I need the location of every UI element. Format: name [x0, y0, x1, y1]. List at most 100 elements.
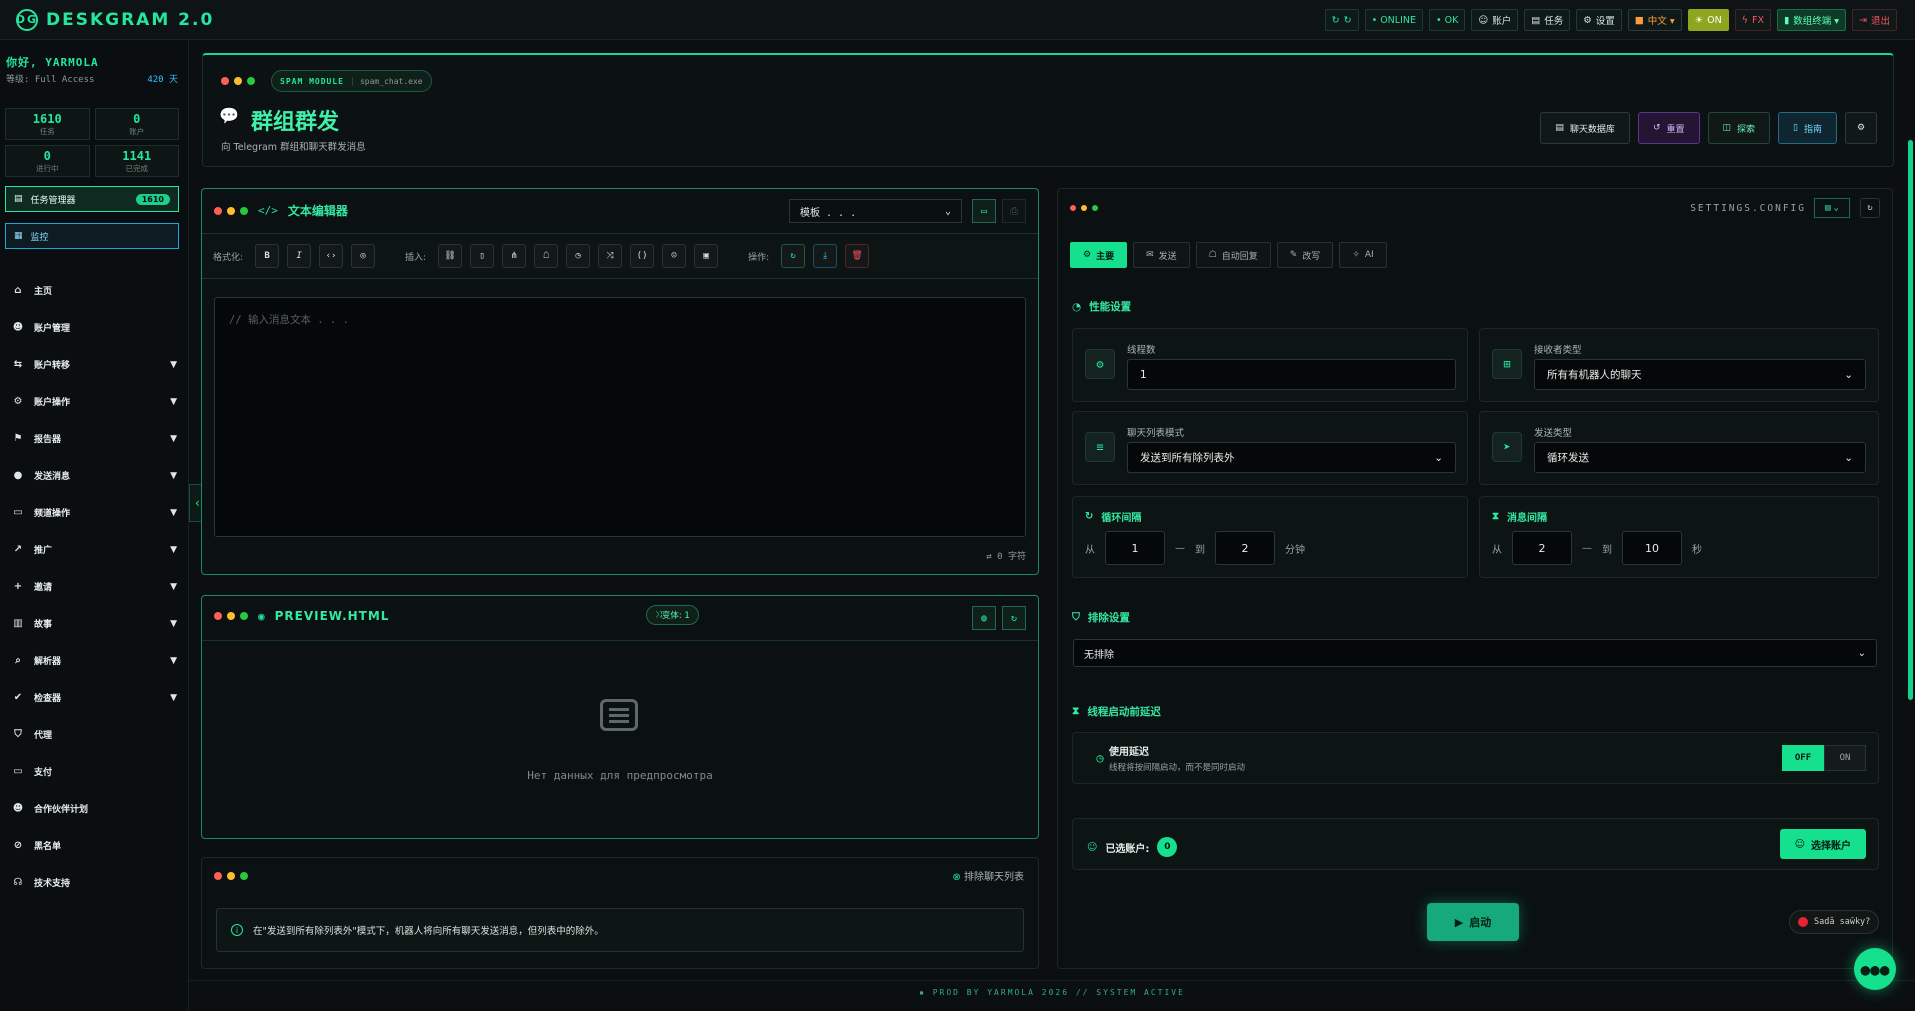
preview-title: PREVIEW.HTML: [274, 609, 390, 623]
time-button[interactable]: ◷: [566, 244, 591, 268]
bold-button[interactable]: B: [255, 244, 280, 268]
topbar-button-9[interactable]: ▮ 数组终端 ▾: [1776, 9, 1847, 31]
sidebar-item-1[interactable]: ☻ 账户管理: [0, 309, 189, 346]
robot-icon: ☖: [1208, 250, 1217, 260]
toggle-off[interactable]: OFF: [1782, 745, 1824, 771]
topbar-button-5[interactable]: ⚙ 设置: [1576, 9, 1622, 31]
template-select[interactable]: 模板 . . . ⌄: [789, 199, 962, 223]
sidebar-item-10[interactable]: ⌕ 解析器 ▼: [0, 642, 189, 679]
stat-label: 已完成: [125, 164, 149, 173]
task-manager-button[interactable]: ▤ 任务管理器 1610: [5, 186, 179, 212]
shield-icon: ⛉: [14, 729, 22, 740]
topbar-button-7[interactable]: ☀ ON: [1687, 9, 1729, 31]
header-settings-button[interactable]: ⚙: [1845, 112, 1877, 144]
sidebar-item-label: 报告器: [34, 435, 62, 445]
sidebar-item-12[interactable]: ⛉ 代理: [0, 716, 189, 753]
settings-profile-dropdown[interactable]: ▤ ⌄: [1814, 198, 1850, 218]
topbar-button-10[interactable]: ⇥ 退出: [1852, 9, 1897, 31]
recording-widget[interactable]: Sadă saw̄ky?: [1789, 910, 1880, 934]
topbar-button-3[interactable]: ☺ 账户: [1471, 9, 1519, 31]
sidebar-item-3[interactable]: ⚙ 账户操作 ▼: [0, 383, 189, 420]
sidebar-item-15[interactable]: ⊘ 黑名单: [0, 827, 189, 864]
topbar-button-1[interactable]: • ONLINE: [1364, 9, 1423, 31]
save-template-button[interactable]: ▭: [972, 199, 996, 223]
msg-to-input[interactable]: 10: [1622, 531, 1682, 565]
chevron-down-icon: ▼: [170, 470, 177, 481]
cycle-to-input[interactable]: 2: [1215, 531, 1275, 565]
sidebar-item-7[interactable]: ↗ 推广 ▼: [0, 531, 189, 568]
bookmark-button[interactable]: ⎙: [1002, 199, 1026, 223]
msg-title-text: 消息间隔: [1507, 513, 1548, 524]
select-accounts-button[interactable]: ☺ 选择账户: [1779, 829, 1866, 859]
cycle-from-input[interactable]: 1: [1105, 531, 1165, 565]
sidebar-item-label: 主页: [34, 287, 53, 297]
sidebar-item-13[interactable]: ▭ 支付: [0, 753, 189, 790]
sidebar-item-0[interactable]: ⌂ 主页: [0, 272, 189, 309]
monitor-button[interactable]: ▦ 监控: [5, 223, 179, 249]
sidebar-item-4[interactable]: ⚑ 报告器 ▼: [0, 420, 189, 457]
chat-support-button[interactable]: ●●●: [1854, 948, 1896, 990]
list-mode-select[interactable]: 发送到所有除列表外 ⌄: [1127, 442, 1456, 473]
italic-button[interactable]: I: [287, 244, 312, 268]
delay-toggle[interactable]: OFF ON: [1782, 745, 1866, 771]
sidebar-item-5[interactable]: ● 发送消息 ▼: [0, 457, 189, 494]
sidebar-item-label: 账户操作: [34, 398, 71, 408]
topbar-button-2[interactable]: • OK: [1429, 9, 1466, 31]
sidebar-item-6[interactable]: ▭ 频道操作 ▼: [0, 494, 189, 531]
header-button-0[interactable]: ▤ 聊天数据库: [1540, 112, 1630, 144]
exclude-select[interactable]: 无排除 ⌄: [1073, 639, 1877, 667]
shield-icon: ⛉: [1072, 611, 1080, 623]
topbar-button-4[interactable]: ▤ 任务: [1524, 9, 1571, 31]
sidebar-item-14[interactable]: ☻ 合作伙伴计划: [0, 790, 189, 827]
header-button-3[interactable]: ▯ 指南: [1778, 112, 1837, 144]
palette-button[interactable]: ◍: [972, 606, 996, 630]
recipient-type-select[interactable]: 所有有机器人的聊天 ⌄: [1534, 359, 1866, 390]
tab-2[interactable]: ☖ 自动回复: [1195, 242, 1271, 268]
refresh-preview-button[interactable]: ↻: [1002, 606, 1026, 630]
sidebar-item-16[interactable]: ☊ 技术支持: [0, 864, 189, 901]
message-textarea[interactable]: // 输入消息文本 . . .: [214, 297, 1026, 537]
tab-label: AI: [1364, 250, 1374, 260]
send-type-select[interactable]: 循环发送 ⌄: [1534, 442, 1866, 473]
sidebar-item-9[interactable]: ▥ 故事 ▼: [0, 605, 189, 642]
emoji-button[interactable]: ☺: [662, 244, 687, 268]
editor-toolbar: 格式化: B I ‹› ◎ 插入: ⛓ ▯ ⋔ ☖ ◷ ⤨ () ☺ ▣ 操作:…: [202, 233, 1038, 279]
settings-reset-button[interactable]: ↻: [1860, 198, 1880, 218]
calendar-icon: ▦: [14, 231, 23, 241]
tab-1[interactable]: ✉ 发送: [1133, 242, 1190, 268]
topbar-button-8[interactable]: ϟ FX: [1734, 9, 1771, 31]
header-button-1[interactable]: ↺ 重置: [1637, 112, 1700, 144]
msg-from-input[interactable]: 2: [1512, 531, 1572, 565]
sidebar-item-2[interactable]: ⇆ 账户转移 ▼: [0, 346, 189, 383]
tab-4[interactable]: ✧ AI: [1339, 242, 1387, 268]
delete-button[interactable]: 🗑: [845, 244, 870, 268]
share-button[interactable]: ⋔: [502, 244, 527, 268]
refresh-button[interactable]: ↻: [781, 244, 806, 268]
threads-input[interactable]: 1: [1127, 359, 1456, 390]
send-type-card: ➤ 发送类型 循环发送 ⌄: [1479, 411, 1879, 485]
tab-3[interactable]: ✎ 改写: [1276, 242, 1334, 268]
message-empty-icon: [600, 699, 638, 731]
variants-badge[interactable]: ⤨ 变体: 1: [646, 605, 699, 625]
page-scrollbar[interactable]: [1908, 140, 1913, 700]
bold-icon: B: [264, 251, 270, 261]
file-button[interactable]: ▯: [470, 244, 495, 268]
sidebar-item-11[interactable]: ✔ 检查器 ▼: [0, 679, 189, 716]
topbar-button-0[interactable]: ↻ ↻: [1324, 9, 1359, 31]
random-button[interactable]: ⤨: [598, 244, 623, 268]
image-button[interactable]: ▣: [694, 244, 719, 268]
preview-empty-text: Нет данных для предпросмотра: [527, 769, 713, 782]
code-button[interactable]: ‹›: [319, 244, 344, 268]
tab-0[interactable]: ⚙ 主要: [1070, 242, 1128, 268]
header-button-2[interactable]: ◫ 探索: [1707, 112, 1771, 144]
spoiler-button[interactable]: ◎: [351, 244, 376, 268]
link-button[interactable]: ⛓: [438, 244, 463, 268]
variable-button[interactable]: (): [630, 244, 655, 268]
toggle-on[interactable]: ON: [1824, 745, 1866, 771]
bot-button[interactable]: ☖: [534, 244, 559, 268]
app-logo[interactable]: DG DESKGRAM 2.0: [16, 8, 214, 31]
start-button[interactable]: ▶ 启动: [1427, 903, 1519, 941]
topbar-button-6[interactable]: ■ 中文 ▾: [1627, 9, 1682, 31]
import-button[interactable]: ⤓: [813, 244, 838, 268]
sidebar-item-8[interactable]: + 邀请 ▼: [0, 568, 189, 605]
